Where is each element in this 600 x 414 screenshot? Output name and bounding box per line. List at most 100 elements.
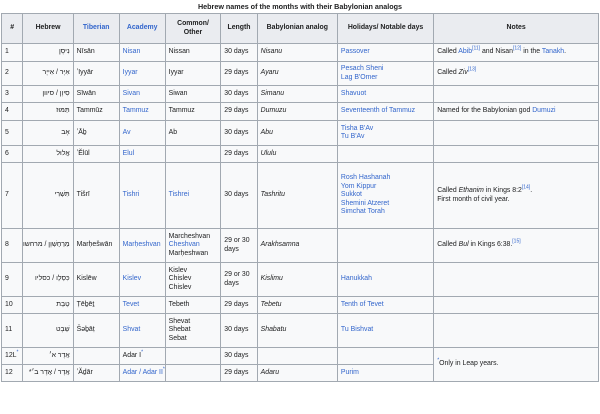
cell-notes <box>433 120 599 146</box>
footnote-marker[interactable]: * <box>141 349 143 355</box>
footnote-marker[interactable]: * <box>163 366 164 372</box>
col-header-babylonian[interactable]: Babylonian analog <box>256 13 338 44</box>
holiday-link[interactable]: Shavuot <box>341 90 430 98</box>
table-row: 8 מַרְחֶשְׁוָן / מרחשוון Marḥešwān Marḥeshv… <box>0 228 599 263</box>
academy-link[interactable]: Tevet <box>123 301 139 308</box>
holiday-link[interactable]: Passover <box>341 48 430 56</box>
academy-link[interactable]: Sivan <box>123 90 140 97</box>
cell-academy: Adar / Adar II* <box>118 364 166 382</box>
cell-babylonian: Ululu <box>256 145 338 163</box>
holiday-link[interactable]: Simchat Torah <box>341 208 430 216</box>
cell-tiberian: Šəḇāṭ <box>72 313 120 348</box>
cell-notes: Called Bul in Kings 6:38.[15] <box>433 228 599 263</box>
cell-common: Ab <box>164 120 222 146</box>
academy-link[interactable]: Tishri <box>123 191 140 198</box>
academy-link[interactable]: Shvat <box>123 326 141 333</box>
col-header-length[interactable]: Length <box>220 13 258 44</box>
col-header-number[interactable]: # <box>0 13 24 44</box>
cell-notes <box>433 313 599 348</box>
footnote-marker[interactable]: * <box>17 349 19 355</box>
month-number: 9 <box>5 275 9 283</box>
holiday-link[interactable]: Seventeenth of Tammuz <box>341 107 430 115</box>
cell-number: 12 <box>0 364 24 382</box>
note-link[interactable]: Tanakh <box>542 48 564 55</box>
citation-link[interactable]: [14] <box>522 185 530 191</box>
cell-number: 4 <box>0 102 24 121</box>
holiday-link[interactable]: Yom Kippur <box>341 183 430 191</box>
academy-link[interactable]: Adar / Adar II <box>123 369 163 376</box>
cell-hebrew: כִּסְלֵו / כסליו <box>22 262 74 297</box>
cell-hebrew: שְׁבָט <box>22 313 74 348</box>
holiday-link[interactable]: Lag B'Omer <box>341 74 430 82</box>
table-row: 1 נִיסָן Nīsān Nisan Nissan 30 days Nisanu Pass… <box>0 43 599 62</box>
col-header-tiberian[interactable]: Tiberian <box>72 13 120 44</box>
note-link[interactable]: Dumuzi <box>532 107 555 114</box>
note-text: . <box>564 48 567 56</box>
note-term: Ziv <box>458 69 468 77</box>
holiday-link[interactable]: Hanukkah <box>341 275 430 283</box>
note-line: Called Bul in Kings 6:38.[15] <box>437 239 595 249</box>
cell-common: Tammuz <box>164 102 222 121</box>
cell-babylonian: Abu <box>256 120 338 146</box>
holiday-link[interactable]: Tisha B'Av <box>341 125 430 133</box>
cell-holidays: Rosh Hashanah Yom Kippur Sukkot Shemini Atz… <box>336 162 435 229</box>
holiday-link[interactable]: Pesach Sheni <box>341 65 430 73</box>
academy-link[interactable]: Nisan <box>123 48 141 55</box>
hebrew-name: סִיוָן / סיוון <box>42 89 70 97</box>
holiday-link[interactable]: Tu Bishvat <box>341 326 430 334</box>
hebrew-name: כִּסְלֵו / כסליו <box>34 275 70 283</box>
babylonian-analog: Simanu <box>260 89 285 97</box>
cell-notes <box>433 145 599 163</box>
note-link[interactable]: Abib <box>458 48 472 55</box>
note-line: Called Abib[11] and Nisan[12] in the Tan… <box>437 46 595 56</box>
academy-link[interactable]: Marḥeshvan <box>123 241 161 248</box>
cell-number: 1 <box>0 43 24 62</box>
cell-academy: Adar I* <box>118 347 166 365</box>
cell-holidays: Tu Bishvat <box>336 313 435 348</box>
col-header-common[interactable]: Common/ Other <box>164 13 222 44</box>
cell-academy: Tevet <box>118 296 166 314</box>
babylonian-analog: Kislimu <box>260 275 283 283</box>
tiberian-name: Sīwān <box>76 89 96 97</box>
common-name: Nissan <box>168 48 190 56</box>
common-name: Kislev <box>168 266 188 274</box>
cell-notes: Named for the Babylonian god Dumuzi <box>433 102 599 121</box>
note-text: Called <box>437 48 459 56</box>
cell-babylonian: Dumuzu <box>256 102 338 121</box>
month-length: 29 days <box>224 69 249 77</box>
cell-number: 12L* <box>0 347 24 365</box>
academy-link[interactable]: Elul <box>123 150 135 157</box>
tiberian-name: Šəḇāṭ <box>76 326 95 334</box>
note-line: Called Ziv[13] <box>437 67 595 77</box>
col-header-academy[interactable]: Academy <box>118 13 166 44</box>
common-name-link[interactable]: Cheshvan <box>169 241 218 249</box>
tiberian-name: Nīsān <box>76 48 95 56</box>
academy-link[interactable]: Av <box>123 129 131 136</box>
cell-length: 29 days <box>220 145 258 163</box>
citation-link[interactable]: [13] <box>468 67 476 73</box>
col-header-holidays[interactable]: Holidays/ Notable days <box>336 13 435 44</box>
holiday-link[interactable]: Tu B'Av <box>341 133 430 141</box>
citation-link[interactable]: [15] <box>512 239 520 245</box>
academy-link[interactable]: Kislev <box>123 275 141 282</box>
col-header-notes[interactable]: Notes <box>433 13 599 44</box>
citation-link[interactable]: [11] <box>472 46 480 52</box>
common-name-link[interactable]: Tishrei <box>169 191 189 198</box>
month-number: 12 <box>5 368 13 376</box>
holiday-link[interactable]: Shemini Atzeret <box>341 200 430 208</box>
cell-academy: Tammuz <box>118 102 166 121</box>
note-line: Called Ethanim in Kings 8:2[14]. <box>437 185 595 195</box>
holiday-link[interactable]: Sukkot <box>341 191 430 199</box>
tiberian-name: ʼIyyār <box>76 69 94 77</box>
holiday-link[interactable]: Tenth of Tevet <box>341 301 430 309</box>
note-text: Called <box>437 69 459 77</box>
holiday-link[interactable]: Purim <box>341 369 430 377</box>
hebrew-name: אֲדָר א׳ <box>48 351 70 359</box>
page: Hebrew names of the months with their Ba… <box>0 0 600 414</box>
col-header-hebrew[interactable]: Hebrew <box>22 13 74 44</box>
academy-link[interactable]: Iyyar <box>123 69 138 76</box>
cell-length: 30 days <box>220 313 258 348</box>
cell-holidays: Shavuot <box>336 85 435 103</box>
academy-link[interactable]: Tammuz <box>123 107 149 114</box>
holiday-link[interactable]: Rosh Hashanah <box>341 174 430 182</box>
